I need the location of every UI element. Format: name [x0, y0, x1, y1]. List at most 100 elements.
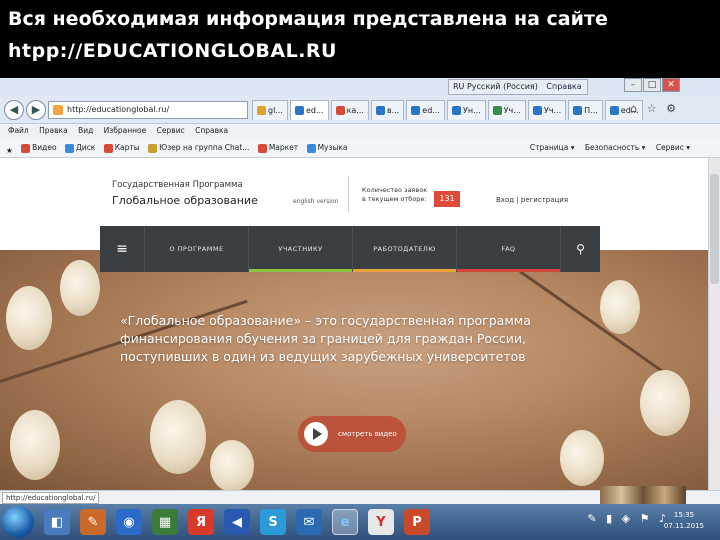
network-icon[interactable]: ▮: [606, 512, 612, 525]
chrome-app-icon[interactable]: ◉: [116, 509, 142, 535]
paint-app-icon[interactable]: ✎: [80, 509, 106, 535]
mail-app-icon[interactable]: ✉: [296, 509, 322, 535]
language-indicator[interactable]: RU Русский (Россия) Справка: [448, 79, 588, 95]
slide-url: htpp://EDUCATIONGLOBAL.RU: [8, 40, 337, 62]
back-icon[interactable]: ◀: [4, 100, 24, 120]
count-label-line: Количество заявок: [362, 186, 428, 194]
tab-strip: gl... ed... ка... в... ed... Ун... Уч...…: [250, 100, 644, 120]
tab[interactable]: Уч...: [487, 100, 526, 120]
home-icon[interactable]: ⌂: [630, 102, 637, 115]
taskbar: ◧ ✎ ◉ ▦ Я ◀ S ✉ e Y P ✎ ▮ ◈ ⚑ ♪ 15:35 07…: [0, 504, 720, 540]
favorite-link[interactable]: Диск: [64, 138, 96, 158]
close-button[interactable]: ✕: [662, 78, 680, 92]
speaker-app-icon[interactable]: ◀: [224, 509, 250, 535]
tab-icon: [335, 106, 345, 115]
hero-line: «Глобальное образование» – это государст…: [120, 313, 531, 328]
settings-gear-icon[interactable]: ⚙: [666, 102, 676, 115]
tab-icon: [532, 106, 542, 115]
applications-count-label: Количество заявок в текущем отборе:: [362, 186, 427, 204]
nav-accent: [353, 269, 456, 272]
tab[interactable]: ed...: [406, 100, 445, 120]
tab-label: П...: [584, 105, 598, 115]
tab-icon: [257, 106, 266, 115]
tab[interactable]: Уч...: [527, 100, 567, 120]
menu-bar: Файл Правка Вид Избранное Сервис Справка: [0, 124, 720, 138]
favorite-label: Карты: [114, 143, 140, 152]
command-service[interactable]: Сервис ▾: [656, 143, 690, 152]
hero-line: поступивших в один из ведущих зарубежных…: [120, 349, 526, 364]
minimize-button[interactable]: –: [624, 78, 642, 92]
favorite-link[interactable]: Карты: [103, 138, 140, 158]
gallery-app-icon[interactable]: ▦: [152, 509, 178, 535]
willow-catkin: [6, 286, 52, 350]
pen-icon[interactable]: ✎: [587, 512, 596, 525]
favorite-link[interactable]: Юзер на группа Chat...: [148, 138, 249, 158]
favorite-label: Юзер на группа Chat...: [159, 143, 250, 152]
tab[interactable]: Ун...: [446, 100, 486, 120]
tab-icon: [411, 106, 421, 115]
site-favicon-icon: [53, 105, 63, 115]
window-thumbnail-preview[interactable]: [600, 486, 686, 504]
favorite-label: Диск: [75, 143, 96, 152]
menu-item[interactable]: Вид: [78, 126, 93, 135]
tab[interactable]: ed...: [289, 100, 329, 120]
tab-icon: [492, 106, 502, 115]
maximize-button[interactable]: □: [643, 78, 661, 92]
skype-app-icon[interactable]: S: [260, 509, 286, 535]
tab[interactable]: П...: [568, 100, 603, 120]
page-scrollbar[interactable]: [708, 158, 720, 490]
favorites-bar: ★ Видео Диск Карты Юзер на группа Chat..…: [0, 138, 720, 158]
address-bar[interactable]: http://educationglobal.ru/: [48, 101, 248, 119]
command-page[interactable]: Страница ▾: [530, 143, 575, 152]
security-icon[interactable]: ◈: [622, 512, 630, 525]
tab-label: Уч...: [543, 105, 562, 115]
watch-video-label: смотреть видео: [338, 430, 397, 438]
willow-catkin: [60, 260, 100, 316]
language-label: RU Русский (Россия): [453, 82, 538, 91]
search-icon[interactable]: ⚲: [560, 226, 600, 272]
hamburger-menu-icon[interactable]: ≡: [100, 226, 144, 272]
nav-label: РАБОТОДАТЕЛЮ: [373, 245, 436, 253]
start-button[interactable]: [2, 506, 34, 538]
yandex-browser-app-icon[interactable]: Y: [368, 509, 394, 535]
forward-icon[interactable]: ▶: [26, 100, 46, 120]
nav-item-about[interactable]: О ПРОГРАММЕ: [144, 226, 248, 272]
command-security[interactable]: Безопасность ▾: [585, 143, 646, 152]
english-version-link[interactable]: english version: [293, 198, 338, 205]
menu-item[interactable]: Файл: [8, 126, 29, 135]
tab[interactable]: gl...: [252, 100, 288, 120]
tab-label: Уч...: [503, 105, 521, 115]
disk-icon: [64, 143, 74, 153]
favorite-link[interactable]: Видео: [21, 138, 57, 158]
favorite-label: Маркет: [268, 143, 299, 152]
nav-item-faq[interactable]: FAQ: [456, 226, 560, 272]
system-tray: ✎ ▮ ◈ ⚑ ♪: [581, 512, 666, 525]
watch-video-button[interactable]: смотреть видео: [298, 416, 406, 452]
login-register-link[interactable]: Вход | регистрация: [496, 196, 568, 204]
tab[interactable]: ка...: [330, 100, 369, 120]
favorites-star-icon[interactable]: ☆: [647, 102, 657, 115]
scrollbar-thumb[interactable]: [710, 174, 719, 284]
favorite-link[interactable]: Маркет: [257, 138, 299, 158]
tab-icon: [294, 106, 304, 115]
menu-item[interactable]: Сервис: [157, 126, 185, 135]
maps-icon: [103, 143, 113, 153]
menu-item[interactable]: Правка: [39, 126, 68, 135]
menu-item[interactable]: Избранное: [104, 126, 147, 135]
chat-icon: [148, 143, 158, 153]
powerpoint-app-icon[interactable]: P: [404, 509, 430, 535]
nav-item-employer[interactable]: РАБОТОДАТЕЛЮ: [352, 226, 456, 272]
menu-item[interactable]: Справка: [195, 126, 228, 135]
nav-item-participant[interactable]: УЧАСТНИКУ: [248, 226, 352, 272]
willow-catkin: [640, 370, 690, 436]
media-app-icon[interactable]: ◧: [44, 509, 70, 535]
program-name[interactable]: Глобальное образование: [112, 194, 258, 207]
tab-label: ка...: [346, 105, 364, 115]
internet-explorer-app-icon[interactable]: e: [332, 509, 358, 535]
flag-icon[interactable]: ⚑: [640, 512, 650, 525]
favorite-link[interactable]: Музыка: [306, 138, 348, 158]
tab[interactable]: в...: [370, 100, 405, 120]
yandex-app-icon[interactable]: Я: [188, 509, 214, 535]
help-label[interactable]: Справка: [546, 82, 581, 91]
clock[interactable]: 15:35 07.11.2015: [664, 510, 704, 532]
